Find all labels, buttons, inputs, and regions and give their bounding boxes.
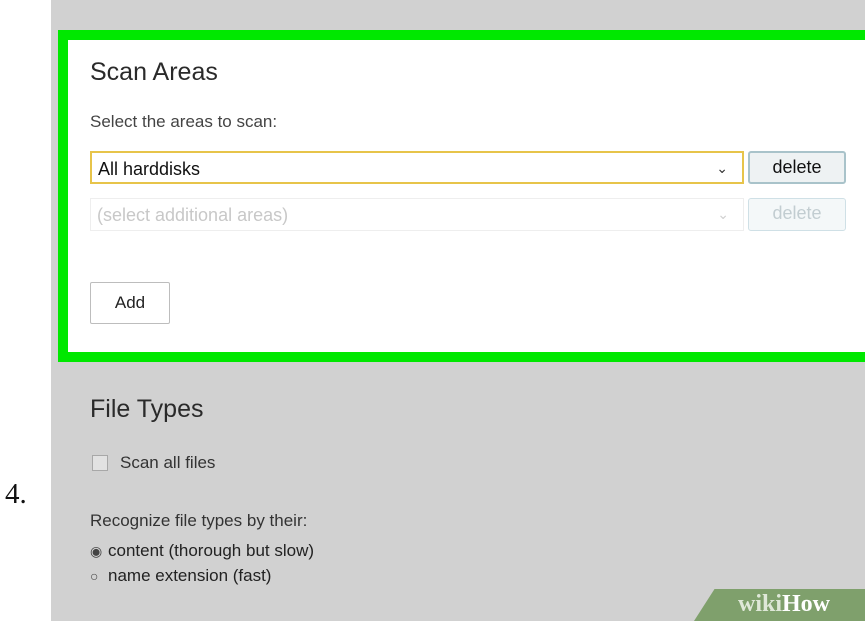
delete-button-disabled[interactable]: delete [748, 198, 846, 231]
radio-name-extension[interactable]: ○ name extension (fast) [90, 566, 271, 586]
radio-name-extension-label: name extension (fast) [108, 566, 272, 585]
watermark-part1: wiki [738, 591, 783, 617]
scan-area-select-value: All harddisks [98, 159, 201, 179]
scan-areas-section: Scan Areas Select the areas to scan: All… [68, 40, 865, 352]
radio-content[interactable]: ◉ content (thorough but slow) [90, 541, 314, 561]
radio-unselected-icon[interactable]: ○ [90, 568, 108, 584]
additional-area-placeholder: (select additional areas) [97, 205, 289, 225]
scan-all-files-label[interactable]: Scan all files [120, 453, 215, 473]
scan-areas-subtitle: Select the areas to scan: [90, 112, 278, 131]
step-number: 4. [5, 478, 27, 510]
add-button[interactable]: Add [90, 282, 170, 324]
radio-selected-icon[interactable]: ◉ [90, 543, 108, 560]
chevron-down-icon: ⌄ [717, 206, 729, 222]
chevron-down-icon: ⌄ [716, 160, 728, 176]
wikihow-watermark: wikiHow [738, 591, 830, 618]
radio-content-label: content (thorough but slow) [108, 541, 315, 560]
additional-area-select[interactable]: (select additional areas) ⌄ [90, 198, 744, 231]
delete-button[interactable]: delete [748, 151, 846, 184]
scan-areas-title: Scan Areas [90, 58, 218, 86]
watermark-part2: How [782, 591, 831, 617]
scan-all-files-checkbox[interactable] [92, 455, 108, 471]
recognize-label: Recognize file types by their: [90, 511, 308, 530]
file-types-title: File Types [90, 395, 204, 423]
scan-area-select[interactable]: All harddisks ⌄ [90, 151, 744, 184]
